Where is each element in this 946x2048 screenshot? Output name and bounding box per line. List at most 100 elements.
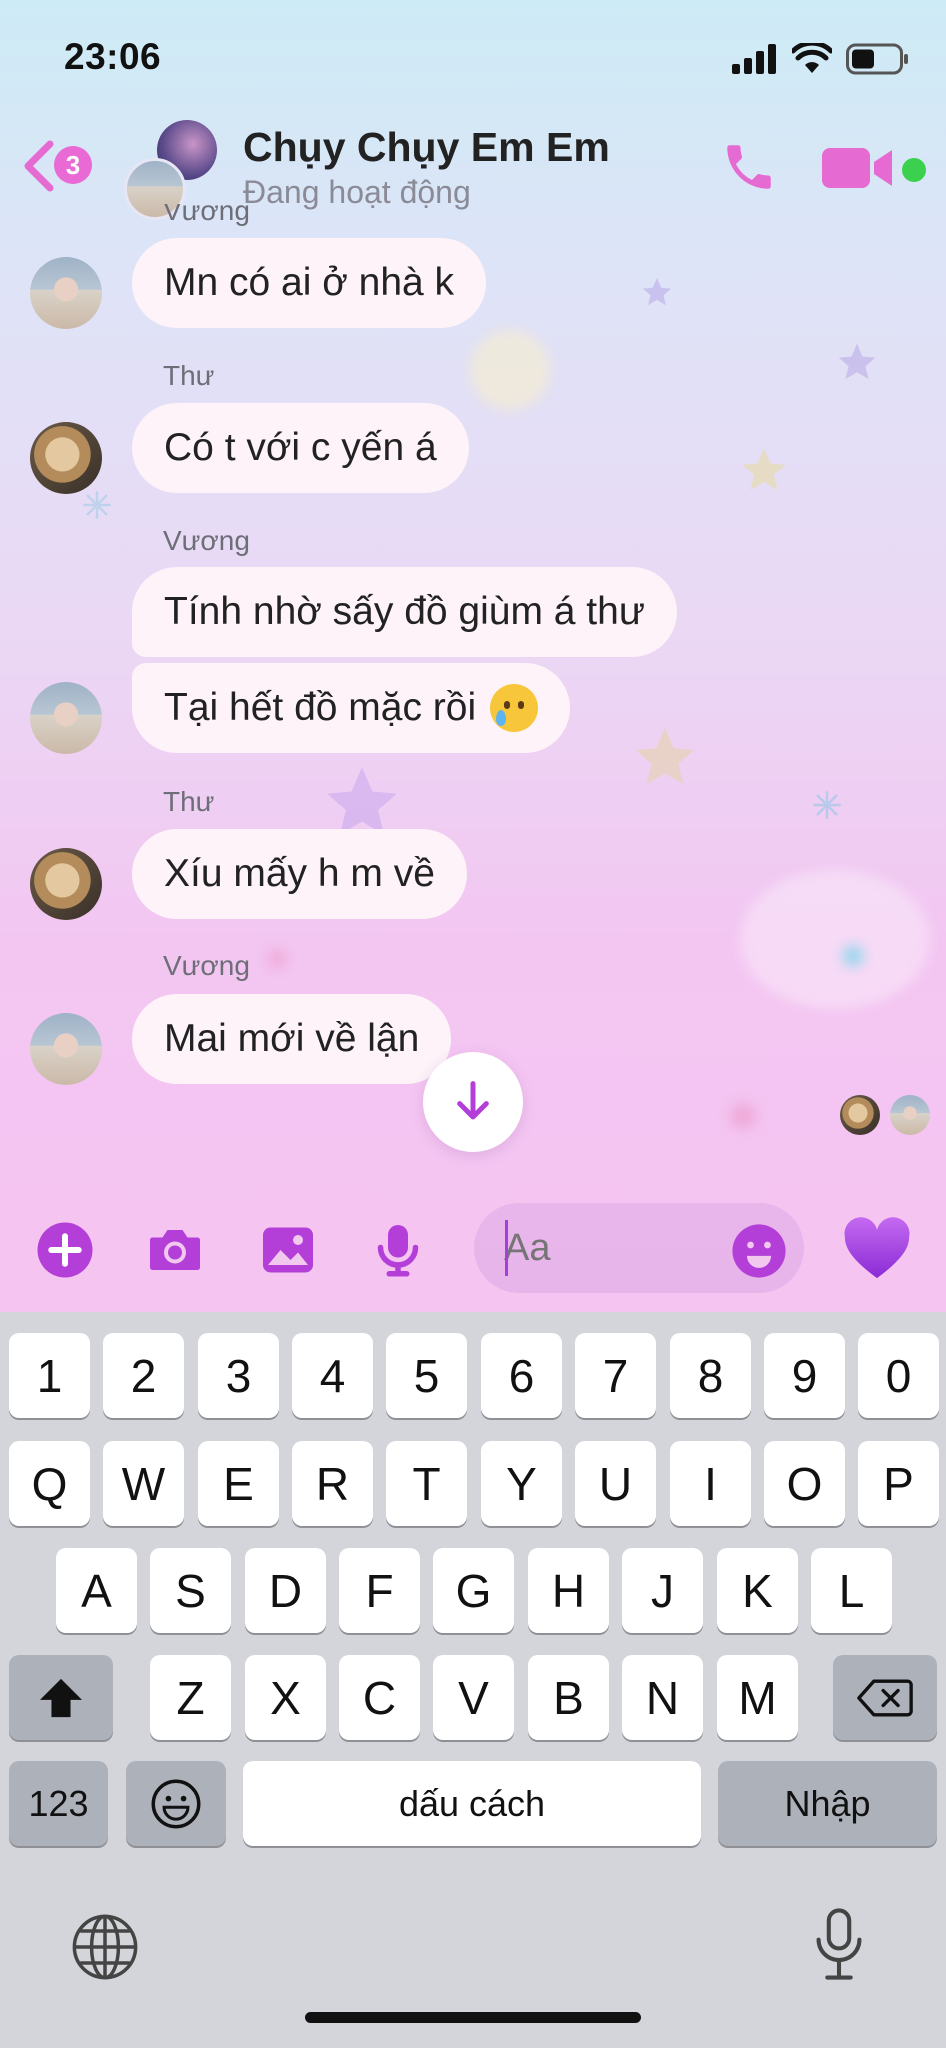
seen-receipt-avatar <box>890 1095 930 1135</box>
key[interactable]: 2 <box>103 1333 184 1418</box>
avatar[interactable] <box>30 422 102 494</box>
space-key[interactable]: dấu cách <box>243 1761 701 1846</box>
emoji-icon[interactable] <box>730 1222 788 1280</box>
key[interactable]: 7 <box>575 1333 656 1418</box>
sparkle-decoration <box>813 791 841 819</box>
sender-name: Thư <box>163 360 215 391</box>
sender-name: Vương <box>163 525 250 556</box>
return-key[interactable]: Nhập <box>718 1761 937 1846</box>
emoji-key[interactable] <box>126 1761 226 1846</box>
key[interactable]: X <box>245 1655 326 1740</box>
star-decoration <box>635 727 695 785</box>
key[interactable]: A <box>56 1548 137 1633</box>
back-button[interactable]: 3 <box>20 138 102 194</box>
avatar[interactable] <box>30 682 102 754</box>
backspace-key[interactable] <box>833 1655 937 1740</box>
star-decoration <box>742 448 786 491</box>
message-bubble[interactable]: Tính nhờ sấy đồ giùm á thư <box>132 567 677 657</box>
back-chevron-icon <box>24 140 54 192</box>
key[interactable]: 9 <box>764 1333 845 1418</box>
microphone-icon[interactable] <box>368 1220 428 1280</box>
globe-icon[interactable] <box>70 1912 140 1982</box>
key[interactable]: 6 <box>481 1333 562 1418</box>
phone-icon[interactable] <box>720 138 778 196</box>
message-bubble[interactable]: Có t với c yến á <box>132 403 469 493</box>
home-indicator[interactable] <box>305 2012 641 2023</box>
message-bubble[interactable]: Xíu mấy h m về <box>132 829 467 919</box>
chat-title[interactable]: Chụy Chụy Em Em <box>243 124 610 171</box>
key[interactable]: I <box>670 1441 751 1526</box>
key[interactable]: L <box>811 1548 892 1633</box>
camera-icon[interactable] <box>145 1220 205 1280</box>
key[interactable]: V <box>433 1655 514 1740</box>
key[interactable]: G <box>433 1548 514 1633</box>
key[interactable]: Y <box>481 1441 562 1526</box>
key[interactable]: P <box>858 1441 939 1526</box>
dictation-icon[interactable] <box>804 1906 874 1982</box>
chat-header: 3 Chụy Chụy Em Em Đang hoạt động <box>0 110 946 220</box>
glow-decoration <box>740 870 930 1010</box>
plus-icon[interactable] <box>35 1220 95 1280</box>
bubble-decoration <box>730 1103 756 1129</box>
sender-name: Vương <box>163 950 250 981</box>
unread-badge: 3 <box>54 146 92 184</box>
shift-key[interactable] <box>9 1655 113 1740</box>
numbers-key[interactable]: 123 <box>9 1761 108 1846</box>
key[interactable]: 8 <box>670 1333 751 1418</box>
message-text: Tại hết đồ mặc rồi <box>164 686 477 729</box>
avatar[interactable] <box>30 1013 102 1085</box>
key[interactable]: 3 <box>198 1333 279 1418</box>
online-indicator <box>902 158 926 182</box>
key[interactable]: U <box>575 1441 656 1526</box>
key[interactable]: T <box>386 1441 467 1526</box>
bubble-decoration <box>842 945 864 967</box>
image-icon[interactable] <box>258 1220 318 1280</box>
key[interactable]: Z <box>150 1655 231 1740</box>
key[interactable]: J <box>622 1548 703 1633</box>
avatar[interactable] <box>30 848 102 920</box>
signal-icon <box>732 44 776 74</box>
key[interactable]: O <box>764 1441 845 1526</box>
key[interactable]: 5 <box>386 1333 467 1418</box>
glow-decoration <box>470 330 550 410</box>
key[interactable]: 0 <box>858 1333 939 1418</box>
heart-icon[interactable] <box>842 1216 912 1282</box>
seen-receipt-avatar <box>840 1095 880 1135</box>
sparkle-decoration <box>83 491 111 519</box>
crying-face-icon <box>490 684 539 732</box>
key[interactable]: S <box>150 1548 231 1633</box>
key[interactable]: F <box>339 1548 420 1633</box>
key[interactable]: C <box>339 1655 420 1740</box>
key[interactable]: N <box>622 1655 703 1740</box>
arrow-down-icon <box>457 1081 489 1120</box>
status-icons <box>732 42 910 76</box>
scroll-to-bottom-button[interactable] <box>423 1052 523 1152</box>
key[interactable]: E <box>198 1441 279 1526</box>
key[interactable]: H <box>528 1548 609 1633</box>
bubble-decoration <box>266 948 288 970</box>
key[interactable]: R <box>292 1441 373 1526</box>
composer-bar <box>0 1190 946 1312</box>
shift-icon <box>40 1678 82 1717</box>
active-status: Đang hoạt động <box>243 174 471 210</box>
message-bubble[interactable]: Mai mới về lận <box>132 994 452 1084</box>
star-decoration <box>838 343 876 380</box>
avatar[interactable] <box>30 257 102 329</box>
key[interactable]: Q <box>9 1441 90 1526</box>
emoji-keyboard-icon <box>151 1779 201 1828</box>
sender-name: Thư <box>163 786 215 817</box>
text-cursor <box>505 1220 508 1276</box>
video-camera-icon[interactable] <box>822 144 894 192</box>
key[interactable]: M <box>717 1655 798 1740</box>
key[interactable]: K <box>717 1548 798 1633</box>
key[interactable]: B <box>528 1655 609 1740</box>
key[interactable]: 1 <box>9 1333 90 1418</box>
group-avatar[interactable] <box>124 120 220 220</box>
key[interactable]: D <box>245 1548 326 1633</box>
backspace-icon <box>857 1679 913 1716</box>
message-bubble[interactable]: Mn có ai ở nhà k <box>132 238 487 328</box>
key[interactable]: 4 <box>292 1333 373 1418</box>
wifi-icon <box>792 43 832 73</box>
message-bubble[interactable]: Tại hết đồ mặc rồi <box>132 663 571 753</box>
key[interactable]: W <box>103 1441 184 1526</box>
